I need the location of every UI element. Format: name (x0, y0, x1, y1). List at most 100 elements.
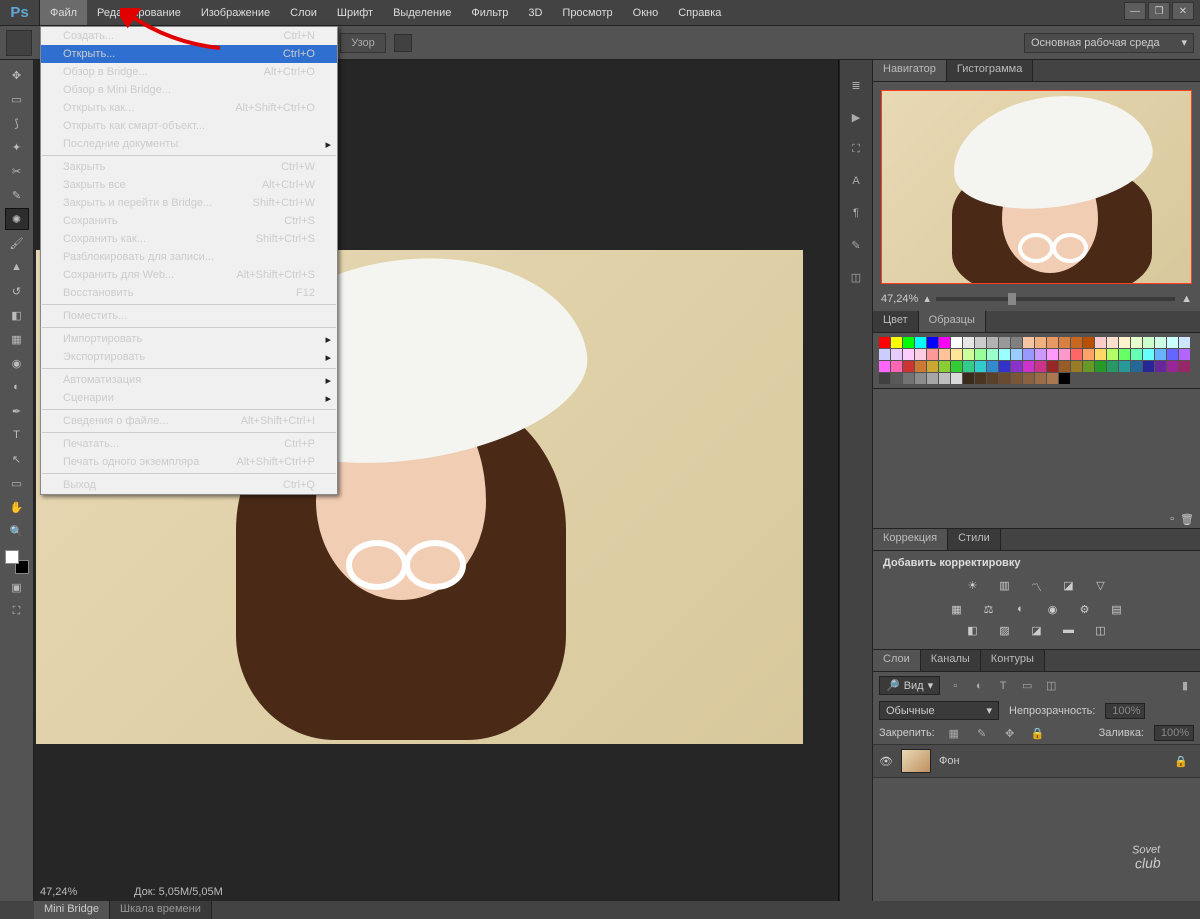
healing-tool[interactable]: ✺ (5, 208, 29, 230)
swatch[interactable] (999, 337, 1010, 348)
pattern-button[interactable]: Узор (340, 33, 386, 53)
file-menu-item[interactable]: Открыть...Ctrl+O (41, 45, 337, 63)
lasso-tool[interactable]: ⟆ (5, 112, 29, 134)
swatch[interactable] (1047, 373, 1058, 384)
swatch[interactable] (903, 337, 914, 348)
opacity-value[interactable]: 100% (1105, 703, 1145, 719)
swatch[interactable] (1179, 361, 1190, 372)
tab-timeline[interactable]: Шкала времени (110, 901, 212, 919)
swatch[interactable] (987, 337, 998, 348)
swatch[interactable] (879, 361, 890, 372)
swatch[interactable] (1023, 349, 1034, 360)
swatch[interactable] (915, 373, 926, 384)
menu-файл[interactable]: Файл (40, 0, 87, 25)
swatch[interactable] (1071, 349, 1082, 360)
file-menu-item[interactable]: Создать...Ctrl+N (41, 27, 337, 45)
tab-color[interactable]: Цвет (873, 311, 919, 332)
swatch[interactable] (927, 373, 938, 384)
move-tool[interactable]: ✥ (5, 64, 29, 86)
filter-shape-icon[interactable]: ▭ (1018, 677, 1036, 695)
quickmask-tool[interactable]: ▣ (5, 576, 29, 598)
swatch[interactable] (879, 373, 890, 384)
swatch[interactable] (927, 361, 938, 372)
file-menu-item[interactable]: Закрыть всеAlt+Ctrl+W (41, 176, 337, 194)
lock-pixels-icon[interactable]: ✎ (973, 724, 991, 742)
filter-smart-icon[interactable]: ◫ (1042, 677, 1060, 695)
swatch[interactable] (939, 373, 950, 384)
swatch[interactable] (1035, 349, 1046, 360)
zoom-in-icon[interactable]: ▲ (1181, 293, 1192, 305)
shape-tool[interactable]: ▭ (5, 472, 29, 494)
file-menu-item[interactable]: ВыходCtrl+Q (41, 476, 337, 494)
brushes-icon[interactable]: ✎ (847, 236, 865, 254)
swatch[interactable] (915, 361, 926, 372)
file-menu-item[interactable]: Сведения о файле...Alt+Shift+Ctrl+I (41, 412, 337, 430)
paragraph-icon[interactable]: ¶ (847, 204, 865, 222)
swatch[interactable] (987, 373, 998, 384)
menu-справка[interactable]: Справка (668, 0, 731, 25)
menu-слои[interactable]: Слои (280, 0, 327, 25)
eyedropper-tool[interactable]: ✎ (5, 184, 29, 206)
tab-swatches[interactable]: Образцы (919, 311, 986, 332)
swatch[interactable] (1083, 361, 1094, 372)
swatch[interactable] (1131, 349, 1142, 360)
swatch[interactable] (1155, 349, 1166, 360)
file-menu-item[interactable]: Поместить... (41, 307, 337, 325)
posterize-icon[interactable]: ▨ (996, 624, 1014, 637)
swatch[interactable] (1167, 361, 1178, 372)
swatch[interactable] (999, 349, 1010, 360)
tab-minibridge[interactable]: Mini Bridge (34, 901, 110, 919)
swatch[interactable] (915, 337, 926, 348)
eraser-tool[interactable]: ◧ (5, 304, 29, 326)
minimize-button[interactable]: — (1124, 2, 1146, 20)
nav-zoom-value[interactable]: 47,24% (881, 293, 918, 305)
swatch[interactable] (1059, 349, 1070, 360)
layer-thumbnail[interactable] (901, 749, 931, 773)
swatch[interactable] (939, 361, 950, 372)
menu-выделение[interactable]: Выделение (383, 0, 461, 25)
layer-filter[interactable]: 🔎Вид▾ (879, 676, 940, 695)
swatch[interactable] (975, 361, 986, 372)
color-swatches[interactable] (5, 550, 29, 574)
swatch[interactable] (1011, 349, 1022, 360)
swatch[interactable] (1083, 349, 1094, 360)
history-brush-tool[interactable]: ↺ (5, 280, 29, 302)
hue-icon[interactable]: ▦ (948, 603, 966, 616)
swatch[interactable] (1095, 361, 1106, 372)
bw-icon[interactable]: ◐ (1012, 603, 1030, 616)
tab-styles[interactable]: Стили (948, 529, 1001, 550)
file-menu-item[interactable]: Сохранить как...Shift+Ctrl+S (41, 230, 337, 248)
menu-шрифт[interactable]: Шрифт (327, 0, 383, 25)
blur-tool[interactable]: ◉ (5, 352, 29, 374)
swatch[interactable] (939, 349, 950, 360)
lock-trans-icon[interactable]: ▦ (945, 724, 963, 742)
history-icon[interactable]: ≣ (847, 76, 865, 94)
stamp-tool[interactable]: ▲ (5, 256, 29, 278)
menu-фильтр[interactable]: Фильтр (461, 0, 518, 25)
swatch[interactable] (1047, 337, 1058, 348)
swatch[interactable] (987, 349, 998, 360)
swatch[interactable] (1011, 337, 1022, 348)
marquee-tool[interactable]: ▭ (5, 88, 29, 110)
file-menu-item[interactable]: ЗакрытьCtrl+W (41, 158, 337, 176)
swatch[interactable] (1143, 337, 1154, 348)
file-menu-item[interactable]: Сценарии (41, 389, 337, 407)
brush-tool[interactable]: 🖌 (5, 232, 29, 254)
dodge-tool[interactable]: ◐ (5, 376, 29, 398)
file-menu-item[interactable]: Открыть как...Alt+Shift+Ctrl+O (41, 99, 337, 117)
swatch[interactable] (1155, 337, 1166, 348)
crop-tool[interactable]: ✂ (5, 160, 29, 182)
swatch[interactable] (1167, 337, 1178, 348)
navigator-preview[interactable] (881, 90, 1192, 284)
maximize-button[interactable]: ❐ (1148, 2, 1170, 20)
swatch[interactable] (1179, 349, 1190, 360)
curves-icon[interactable]: 〽 (1028, 579, 1046, 595)
exposure-icon[interactable]: ◪ (1060, 579, 1078, 595)
swatch[interactable] (1071, 337, 1082, 348)
vibrance-icon[interactable]: ▽ (1092, 579, 1110, 595)
swatch[interactable] (1107, 349, 1118, 360)
swatch[interactable] (999, 373, 1010, 384)
tab-channels[interactable]: Каналы (921, 650, 981, 671)
swatch[interactable] (891, 373, 902, 384)
zoom-out-icon[interactable]: ▴ (924, 292, 930, 305)
